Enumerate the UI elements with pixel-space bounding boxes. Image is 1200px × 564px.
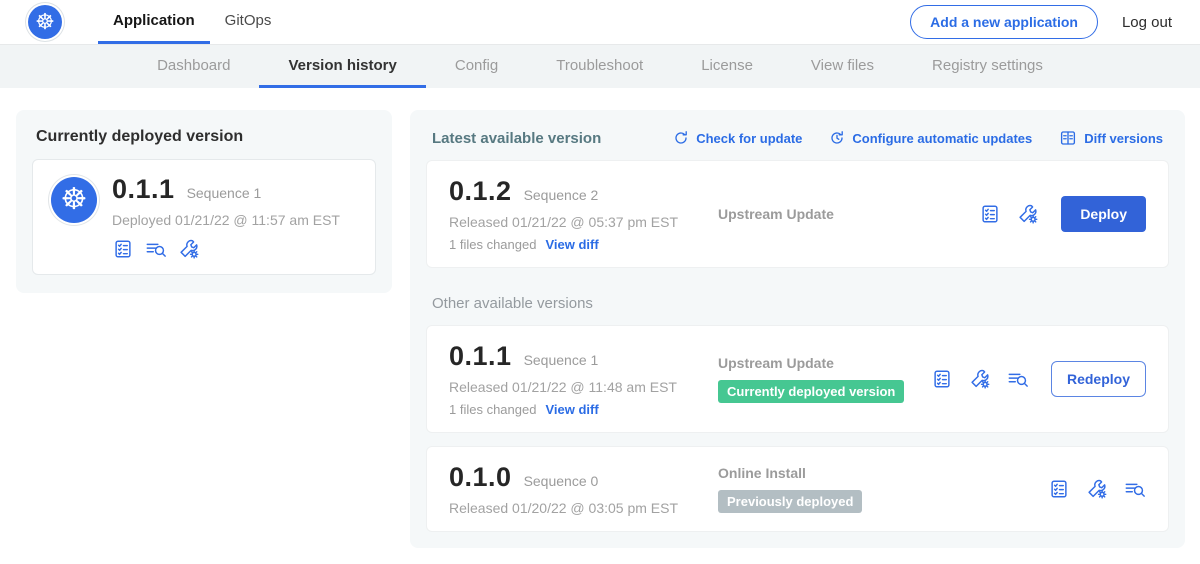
subnav-tab-troubleshoot[interactable]: Troubleshoot [527, 45, 672, 88]
sequence-label: Sequence 1 [524, 352, 599, 368]
sequence-label: Sequence 0 [524, 473, 599, 489]
app-subnav: Dashboard Version history Config Trouble… [0, 45, 1200, 88]
add-application-button[interactable]: Add a new application [910, 5, 1098, 39]
released-timestamp: Released 01/21/22 @ 05:37 pm EST [449, 214, 705, 230]
kubernetes-wheel-icon: ☸ [28, 5, 62, 39]
logout-link[interactable]: Log out [1122, 14, 1172, 31]
subnav-tab-config[interactable]: Config [426, 45, 527, 88]
version-row: 0.1.1 Sequence 1 [449, 341, 705, 372]
source-label: Upstream Update [718, 355, 931, 371]
deployed-panel-title: Currently deployed version [36, 128, 372, 146]
wrench-gear-icon[interactable] [178, 238, 200, 260]
source-label: Upstream Update [718, 206, 979, 222]
logs-search-icon[interactable] [1007, 368, 1029, 390]
check-for-update-link[interactable]: Check for update [673, 130, 802, 146]
view-diff-link[interactable]: View diff [545, 402, 598, 417]
wrench-gear-icon[interactable] [1086, 478, 1108, 500]
version-row: 0.1.1 Sequence 1 [112, 174, 340, 205]
version-card-actions: Redeploy [931, 361, 1146, 397]
currently-deployed-badge: Currently deployed version [718, 380, 904, 403]
deployed-version-card: ☸ 0.1.1 Sequence 1 Deployed 01/21/22 @ 1… [32, 159, 376, 275]
version-card-source: Upstream Update Currently deployed versi… [705, 355, 931, 403]
checklist-icon[interactable] [1048, 478, 1070, 500]
deployed-version-info: 0.1.1 Sequence 1 Deployed 01/21/22 @ 11:… [112, 174, 340, 260]
checklist-icon[interactable] [931, 368, 953, 390]
tab-application[interactable]: Application [98, 0, 210, 44]
version-number: 0.1.1 [112, 174, 175, 205]
files-changed-label: 1 files changed [449, 402, 536, 417]
wrench-gear-icon[interactable] [1017, 203, 1039, 225]
files-changed-label: 1 files changed [449, 237, 536, 252]
released-timestamp: Released 01/21/22 @ 11:48 am EST [449, 379, 705, 395]
version-card-actions [1048, 478, 1146, 500]
configure-automatic-updates-link[interactable]: Configure automatic updates [829, 130, 1032, 146]
refresh-icon [673, 130, 689, 146]
version-number: 0.1.0 [449, 462, 512, 493]
clock-refresh-icon [829, 130, 845, 146]
sequence-label: Sequence 1 [187, 185, 262, 201]
app-kubernetes-icon: ☸ [51, 177, 97, 223]
sequence-label: Sequence 2 [524, 187, 599, 203]
diff-versions-label: Diff versions [1084, 131, 1163, 146]
kubernetes-logo: ☸ [28, 0, 62, 44]
subnav-tab-version-history[interactable]: Version history [259, 45, 425, 88]
version-card-0-1-1: 0.1.1 Sequence 1 Released 01/21/22 @ 11:… [426, 325, 1169, 433]
version-number: 0.1.1 [449, 341, 512, 372]
source-label: Online Install [718, 465, 1048, 481]
logs-search-icon[interactable] [145, 238, 167, 260]
files-changed-row: 1 files changed View diff [449, 237, 705, 252]
version-card-info: 0.1.1 Sequence 1 Released 01/21/22 @ 11:… [449, 341, 705, 417]
view-diff-link[interactable]: View diff [545, 237, 598, 252]
diff-icon [1059, 129, 1077, 147]
wrench-gear-icon[interactable] [969, 368, 991, 390]
version-row: 0.1.2 Sequence 2 [449, 176, 705, 207]
topnav-tabs: Application GitOps [98, 0, 286, 44]
top-nav: ☸ Application GitOps Add a new applicati… [0, 0, 1200, 45]
subnav-tab-view-files[interactable]: View files [782, 45, 903, 88]
version-number: 0.1.2 [449, 176, 512, 207]
subnav-tab-dashboard[interactable]: Dashboard [128, 45, 259, 88]
deployed-action-icons [112, 238, 340, 260]
version-card-actions: Deploy [979, 196, 1146, 232]
subnav-tab-license[interactable]: License [672, 45, 782, 88]
subnav-tab-registry-settings[interactable]: Registry settings [903, 45, 1072, 88]
checklist-icon[interactable] [112, 238, 134, 260]
version-card-info: 0.1.2 Sequence 2 Released 01/21/22 @ 05:… [449, 176, 705, 252]
version-card-0-1-0: 0.1.0 Sequence 0 Released 01/20/22 @ 03:… [426, 446, 1169, 532]
latest-available-label: Latest available version [432, 130, 601, 147]
versions-panel-header: Latest available version Check for updat… [426, 125, 1169, 147]
version-card-source: Online Install Previously deployed [705, 465, 1048, 513]
deployed-timestamp: Deployed 01/21/22 @ 11:57 am EST [112, 212, 340, 228]
previously-deployed-badge: Previously deployed [718, 490, 862, 513]
logs-search-icon[interactable] [1124, 478, 1146, 500]
check-for-update-label: Check for update [696, 131, 802, 146]
version-history-panel: Latest available version Check for updat… [410, 110, 1185, 548]
released-timestamp: Released 01/20/22 @ 03:05 pm EST [449, 500, 705, 516]
panel-actions: Check for update Configure automatic upd… [673, 129, 1163, 147]
checklist-icon[interactable] [979, 203, 1001, 225]
version-card-latest: 0.1.2 Sequence 2 Released 01/21/22 @ 05:… [426, 160, 1169, 268]
version-card-info: 0.1.0 Sequence 0 Released 01/20/22 @ 03:… [449, 462, 705, 516]
files-changed-row: 1 files changed View diff [449, 402, 705, 417]
diff-versions-link[interactable]: Diff versions [1059, 129, 1163, 147]
currently-deployed-panel: Currently deployed version ☸ 0.1.1 Seque… [16, 110, 392, 293]
tab-gitops[interactable]: GitOps [210, 0, 287, 44]
deploy-button[interactable]: Deploy [1061, 196, 1146, 232]
version-row: 0.1.0 Sequence 0 [449, 462, 705, 493]
configure-automatic-updates-label: Configure automatic updates [852, 131, 1032, 146]
topnav-right: Add a new application Log out [910, 0, 1172, 44]
main-content: Currently deployed version ☸ 0.1.1 Seque… [0, 88, 1200, 548]
redeploy-button[interactable]: Redeploy [1051, 361, 1146, 397]
version-card-source: Upstream Update [705, 206, 979, 222]
other-available-label: Other available versions [432, 295, 1163, 312]
